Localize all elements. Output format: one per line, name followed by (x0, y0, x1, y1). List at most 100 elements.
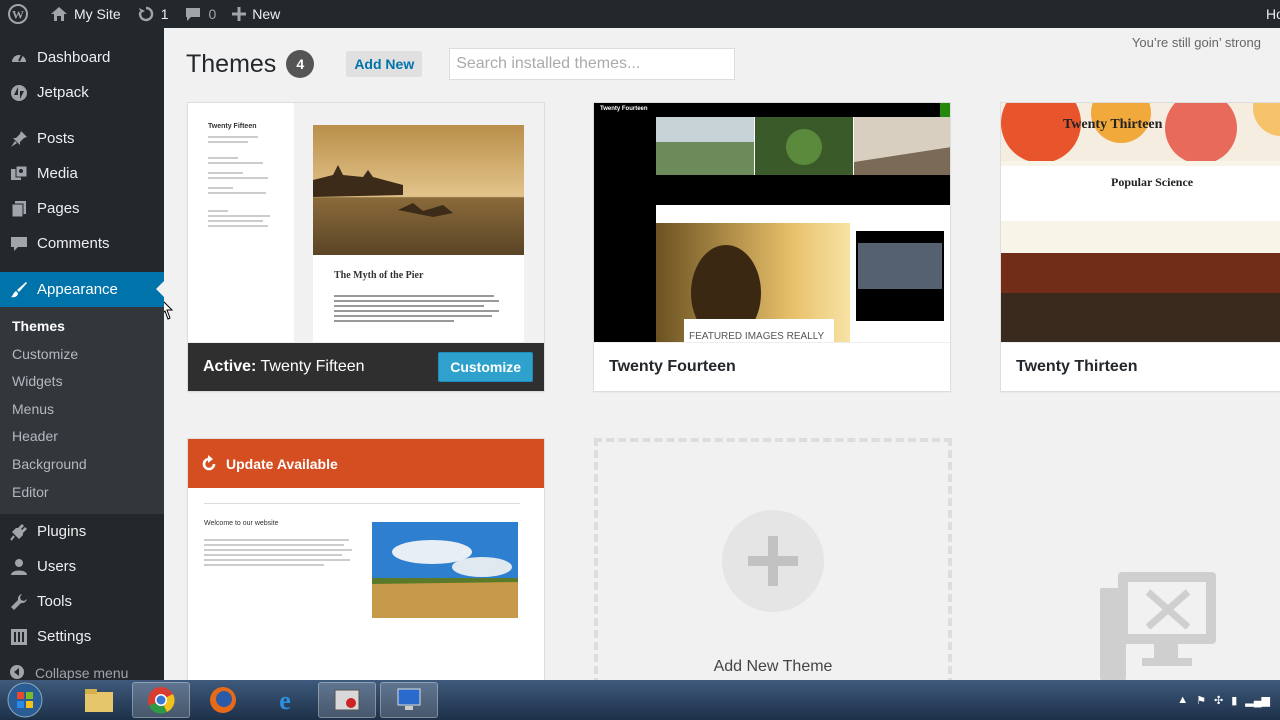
fourteen-site-title: Twenty Fourteen (600, 106, 648, 112)
submenu-editor[interactable]: Editor (0, 479, 164, 507)
battery-icon[interactable]: ▮ (1231, 694, 1237, 707)
update-theme-heading: Welcome to our website (204, 520, 279, 527)
account-menu[interactable]: Howdy (1258, 0, 1280, 28)
collapse-menu-button[interactable]: Collapse menu (0, 658, 164, 680)
taskbar-explorer-button[interactable] (70, 682, 128, 718)
update-available-notice[interactable]: Update Available (188, 439, 544, 488)
submenu-background[interactable]: Background (0, 451, 164, 479)
collapse-label: Collapse menu (35, 665, 129, 680)
taskbar-remote-button[interactable] (380, 682, 438, 718)
fifteen-post-title: The Myth of the Pier (334, 270, 424, 281)
customize-button[interactable]: Customize (438, 352, 533, 382)
fifteen-sidebar-preview: Twenty Fifteen (188, 103, 294, 342)
signal-icon[interactable]: ▂▄▆ (1245, 694, 1270, 707)
updates-button[interactable]: 1 (129, 0, 177, 28)
submenu-menus[interactable]: Menus (0, 396, 164, 424)
internet-explorer-icon: e (279, 686, 291, 714)
tray-expand-icon[interactable]: ▲ (1177, 694, 1188, 706)
comment-icon (9, 234, 29, 254)
sidebar-item-appearance[interactable]: Appearance (0, 272, 164, 307)
brush-icon (9, 280, 29, 300)
flag-icon[interactable]: ⚑ (1196, 694, 1206, 707)
taskbar-app-button[interactable] (318, 682, 376, 718)
svg-text:e: e (279, 686, 291, 714)
theme-card-twenty-fourteen[interactable]: Twenty Fourteen FEATURED IMAGES REALLY T… (593, 102, 951, 392)
add-new-theme-label: Add New Theme (713, 658, 833, 675)
network-icon[interactable]: ✣ (1214, 694, 1223, 707)
plus-icon (748, 536, 798, 586)
sidebar-item-label: Tools (37, 593, 73, 611)
pin-icon (9, 129, 29, 149)
sidebar-item-plugins[interactable]: Plugins (0, 514, 164, 549)
tagline: You’re still goin’ strong (1131, 35, 1261, 50)
firefox-icon (210, 687, 236, 713)
new-label: New (252, 6, 281, 22)
sidebar-item-pages[interactable]: Pages (0, 191, 164, 226)
sidebar-item-jetpack[interactable]: Jetpack (0, 75, 164, 110)
taskbar-firefox-button[interactable] (194, 682, 252, 718)
start-button[interactable] (0, 680, 50, 720)
wordpress-icon: W (8, 4, 28, 24)
sidebar-item-label: Posts (37, 130, 75, 147)
pier-photo (313, 125, 524, 255)
svg-text:W: W (12, 8, 24, 22)
theme-screenshot: Twenty Fourteen FEATURED IMAGES REALLY (594, 103, 950, 342)
sidebar-item-dashboard[interactable]: Dashboard (0, 40, 164, 75)
sidebar-item-label: Comments (37, 235, 110, 252)
sidebar-item-comments[interactable]: Comments (0, 226, 164, 261)
submenu-widgets[interactable]: Widgets (0, 368, 164, 396)
theme-count-badge: 4 (286, 50, 315, 78)
theme-card-twenty-fifteen[interactable]: Twenty Fifteen The Myth of the Pier Acti… (187, 102, 545, 392)
pages-icon (9, 199, 29, 219)
theme-screenshot: Twenty Fifteen The Myth of the Pier (188, 103, 544, 342)
add-new-theme-card[interactable]: Add New Theme (594, 438, 952, 680)
submenu-customize[interactable]: Customize (0, 341, 164, 369)
fourteen-video-widget (856, 231, 944, 321)
plugin-icon (9, 522, 29, 542)
plus-icon (232, 7, 247, 21)
taskbar-chrome-button[interactable] (132, 682, 190, 718)
settings-icon (9, 627, 29, 647)
fourteen-sidebar (594, 117, 656, 342)
sidebar-item-media[interactable]: Media (0, 156, 164, 191)
page-header: Themes 4 Add New (186, 48, 736, 80)
refresh-icon (138, 6, 153, 22)
new-content-button[interactable]: New (224, 0, 288, 28)
admin-sidebar: Dashboard Jetpack Posts Media Pages Comm… (0, 28, 164, 680)
sidebar-item-tools[interactable]: Tools (0, 584, 164, 619)
theme-card-twenty-thirteen[interactable]: Twenty Thirteen Popular Science Twenty T… (1000, 102, 1280, 392)
submenu-header[interactable]: Header (0, 423, 164, 451)
wordpress-logo-button[interactable]: W (0, 0, 42, 28)
add-new-button[interactable]: Add New (346, 51, 423, 77)
sidebar-item-label: Dashboard (37, 49, 111, 66)
comments-button[interactable]: 0 (176, 0, 224, 28)
sidebar-item-posts[interactable]: Posts (0, 121, 164, 156)
system-tray: ▲ ⚑ ✣ ▮ ▂▄▆ (1177, 694, 1280, 707)
sidebar-item-users[interactable]: Users (0, 549, 164, 584)
update-refresh-icon (202, 454, 216, 470)
search-themes-input[interactable] (449, 48, 736, 80)
page-title: Themes (186, 49, 277, 78)
windows-taskbar: e ▲ ⚑ ✣ ▮ ▂▄▆ (0, 680, 1280, 720)
fourteen-caption: FEATURED IMAGES REALLY (689, 331, 825, 342)
theme-card-update-available[interactable]: Update Available Welcome to our website (187, 438, 545, 680)
theme-name: Twenty Thirteen (1001, 342, 1280, 391)
sidebar-item-label: Plugins (37, 523, 87, 541)
submenu-themes[interactable]: Themes (0, 313, 164, 341)
sidebar-item-label: Jetpack (37, 84, 89, 101)
updates-count: 1 (160, 6, 169, 22)
sidebar-item-settings[interactable]: Settings (0, 619, 164, 654)
theme-screenshot: Twenty Thirteen Popular Science (1001, 103, 1280, 342)
site-name-button[interactable]: My Site (42, 0, 129, 28)
comment-bubble-icon (186, 8, 201, 21)
taskbar-ie-button[interactable]: e (256, 682, 314, 718)
howdy-text: Howdy (1266, 6, 1280, 22)
computer-tools-watermark-icon (1100, 572, 1216, 680)
fourteen-featured-grid (656, 117, 950, 175)
chrome-icon (148, 687, 175, 714)
fourteen-header: Twenty Fourteen (594, 103, 950, 117)
dashboard-icon (9, 48, 29, 68)
fifteen-site-title: Twenty Fifteen (208, 123, 257, 130)
thirteen-post-title: Popular Science (1111, 175, 1194, 189)
sidebar-item-label: Pages (37, 200, 80, 217)
